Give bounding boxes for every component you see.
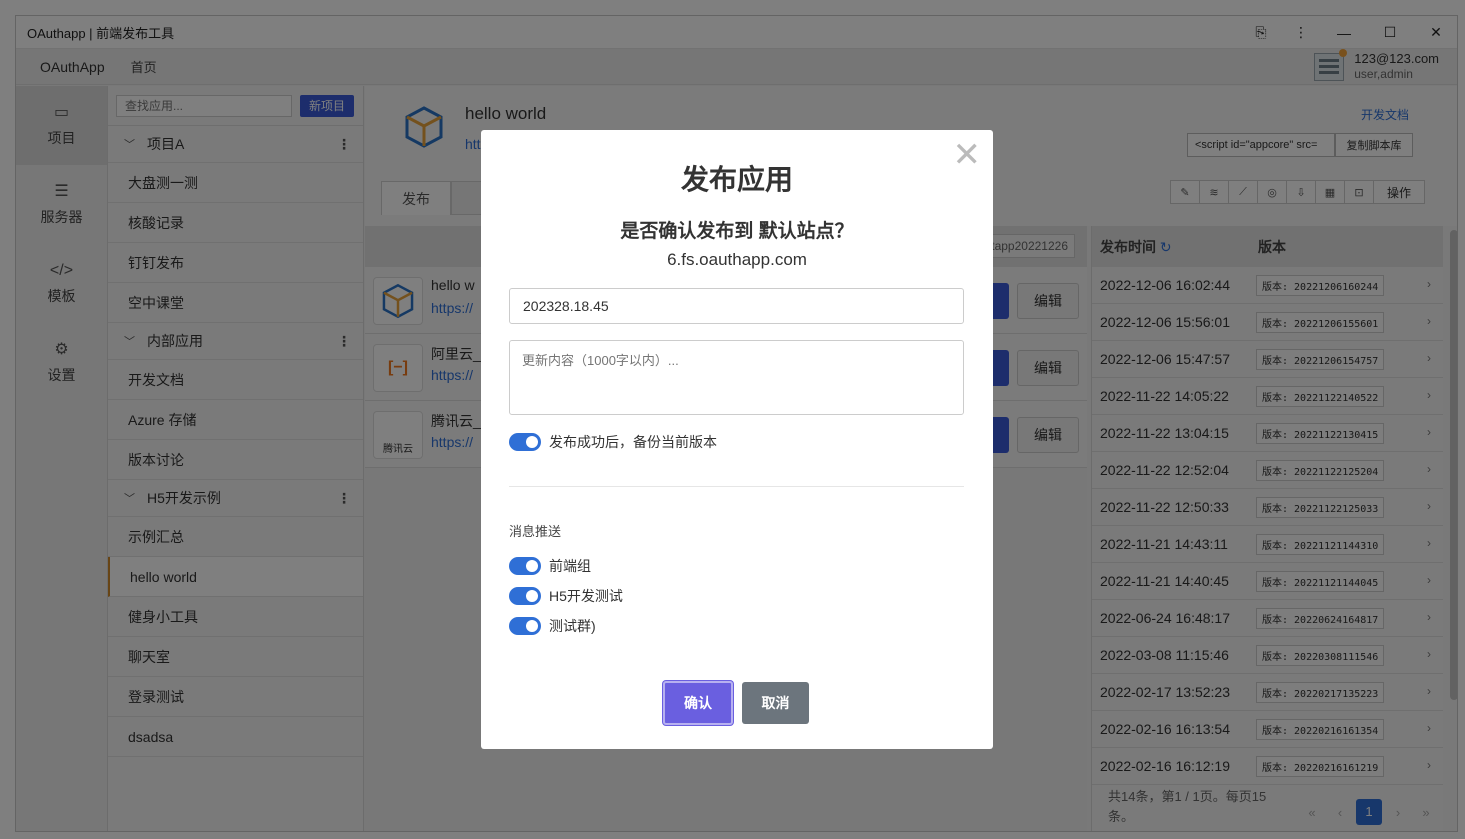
push-group-label: 前端组: [549, 558, 591, 574]
push-toggle-frontend[interactable]: 前端组: [509, 556, 591, 576]
toggle-switch[interactable]: [509, 433, 541, 451]
push-group-label: H5开发测试: [549, 588, 623, 604]
push-toggle-h5[interactable]: H5开发测试: [509, 586, 623, 606]
backup-toggle[interactable]: 发布成功后，备份当前版本: [509, 432, 717, 452]
push-group-label: 测试群): [549, 618, 596, 634]
backup-label: 发布成功后，备份当前版本: [549, 434, 717, 450]
version-input[interactable]: 202328.18.45: [509, 288, 964, 324]
dialog-title: 发布应用: [680, 164, 793, 195]
toggle-switch[interactable]: [509, 617, 541, 635]
publish-dialog: ✕ 发布应用 是否确认发布到 默认站点？ 6.fs.oauthapp.com 2…: [481, 130, 993, 749]
update-notes-textarea[interactable]: [509, 340, 964, 415]
target-host: 6.fs.oauthapp.com: [667, 250, 807, 269]
toggle-switch[interactable]: [509, 557, 541, 575]
cancel-button[interactable]: 取消: [742, 682, 809, 724]
divider: [509, 486, 964, 487]
confirm-button[interactable]: 确认: [663, 681, 733, 725]
push-toggle-test[interactable]: 测试群): [509, 616, 596, 636]
push-section-title: 消息推送: [509, 524, 562, 539]
toggle-switch[interactable]: [509, 587, 541, 605]
confirm-question: 是否确认发布到 默认站点？: [620, 221, 854, 242]
